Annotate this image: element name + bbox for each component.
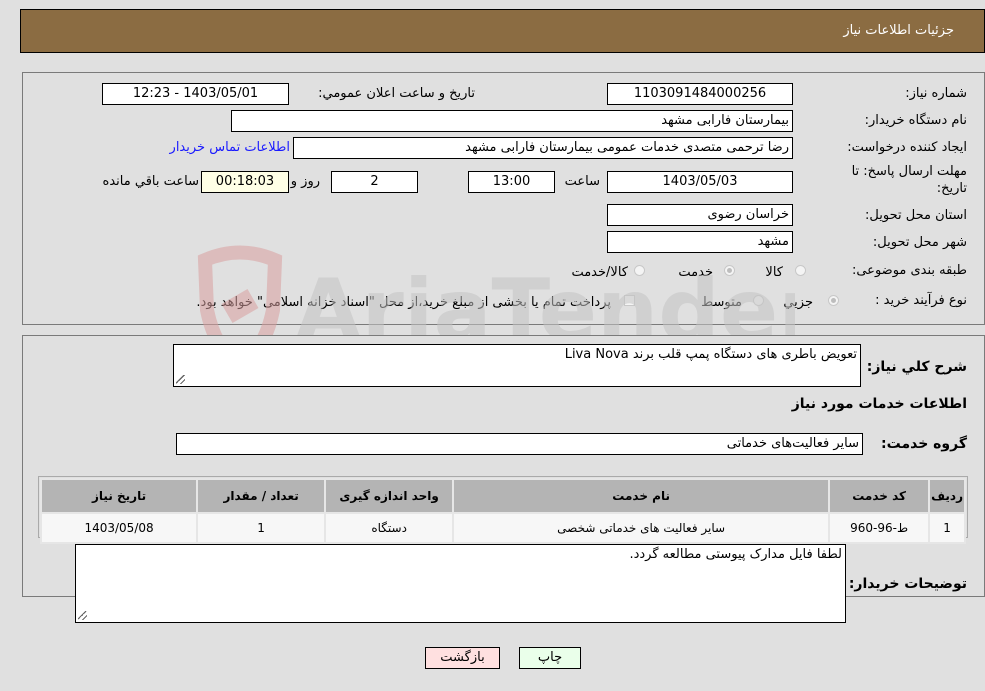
cell-need-date: 1403/05/08: [39, 512, 199, 544]
city-label: شهر محل تحویل:: [872, 235, 967, 250]
col-service-code: کد خدمت: [828, 478, 931, 514]
buyer-notes-label: توضیحات خریدار:: [848, 576, 967, 592]
service-group-field[interactable]: سایر فعالیت‌های خدماتی: [176, 433, 863, 455]
cell-service-code: ط-96-960: [828, 512, 931, 544]
services-table: ردیف کد خدمت نام خدمت واحد اندازه گیری ت…: [39, 478, 966, 544]
description-label: شرح كلي نياز:: [866, 359, 967, 375]
category-radio-goods-service[interactable]: [634, 265, 645, 276]
back-button[interactable]: بازگشت: [425, 647, 500, 669]
buyer-org-field[interactable]: بیمارستان فارابی مشهد: [231, 110, 793, 132]
resize-grip-icon[interactable]: [176, 375, 185, 384]
col-row-number: ردیف: [928, 478, 966, 514]
city-field[interactable]: مشهد: [607, 231, 793, 253]
process-label: نوع فرآیند خرید :: [875, 293, 967, 308]
need-number-label: شماره نیاز:: [905, 86, 967, 101]
process-option-medium: متوسط: [701, 295, 742, 310]
cell-row-number: 1: [928, 512, 966, 544]
requester-label: ایجاد کننده درخواست:: [847, 140, 967, 155]
description-text: تعویض باطری های دستگاه پمپ قلب برند Liva…: [564, 347, 857, 362]
service-group-label: گروه خدمت:: [881, 436, 967, 452]
deadline-date-field[interactable]: 1403/05/03: [607, 171, 793, 193]
services-section-title: اطلاعات خدمات مورد نیاز: [791, 396, 967, 412]
category-label: طبقه بندی موضوعی:: [851, 263, 967, 278]
description-textarea[interactable]: تعویض باطری های دستگاه پمپ قلب برند Liva…: [173, 344, 861, 387]
col-service-name: نام خدمت: [452, 478, 831, 514]
process-radio-medium[interactable]: [753, 295, 764, 306]
buyer-notes-text: لطفا فایل مدارک پیوستی مطالعه گردد.: [629, 547, 842, 562]
process-option-minor: جزيي: [783, 295, 813, 310]
treasury-note: پرداخت تمام یا بخشی از مبلغ خرید،از محل …: [196, 295, 611, 310]
page-header: جزئیات اطلاعات نیاز: [20, 9, 985, 53]
province-label: استان محل تحویل:: [865, 208, 967, 223]
days-label: روز و: [290, 174, 320, 189]
cell-quantity: 1: [196, 512, 327, 544]
province-field[interactable]: خراسان رضوی: [607, 204, 793, 226]
announce-date-field[interactable]: 1403/05/01 - 12:23: [102, 83, 289, 105]
process-radio-minor[interactable]: [828, 295, 839, 306]
page-title: جزئیات اطلاعات نیاز: [843, 23, 954, 38]
buyer-org-label: نام دستگاه خریدار:: [864, 113, 967, 128]
category-radio-goods[interactable]: [795, 265, 806, 276]
deadline-time-field[interactable]: 13:00: [468, 171, 555, 193]
col-unit: واحد اندازه گیری: [324, 478, 455, 514]
need-number-field[interactable]: 1103091484000256: [607, 83, 793, 105]
treasury-checkbox[interactable]: [624, 295, 635, 306]
cell-unit: دستگاه: [324, 512, 455, 544]
remaining-time-field[interactable]: 00:18:03: [201, 171, 289, 193]
resize-grip-icon[interactable]: [78, 611, 87, 620]
table-row[interactable]: 1 ط-96-960 سایر فعالیت های خدماتی شخصی د…: [39, 512, 966, 544]
cell-service-name: سایر فعالیت های خدماتی شخصی: [452, 512, 831, 544]
deadline-label-2: تاریخ:: [936, 181, 967, 196]
category-option-goods-service: کالا/خدمت: [571, 265, 628, 280]
category-option-goods: کالا: [765, 265, 783, 280]
category-radio-service[interactable]: [724, 265, 735, 276]
requester-field[interactable]: رضا ترحمی متصدی خدمات عمومی بیمارستان فا…: [293, 137, 793, 159]
table-header-row: ردیف کد خدمت نام خدمت واحد اندازه گیری ت…: [39, 478, 966, 514]
buyer-contact-link[interactable]: اطلاعات تماس خریدار: [170, 140, 290, 155]
category-option-service: خدمت: [678, 265, 713, 280]
deadline-label: مهلت ارسال پاسخ: تا: [851, 164, 967, 179]
remaining-label: ساعت باقي مانده: [102, 174, 199, 189]
deadline-time-label: ساعت: [564, 174, 600, 189]
col-quantity: تعداد / مقدار: [196, 478, 327, 514]
announce-date-label: تاریخ و ساعت اعلان عمومي:: [318, 86, 475, 101]
buyer-notes-textarea[interactable]: لطفا فایل مدارک پیوستی مطالعه گردد.: [75, 544, 846, 623]
col-need-date: تاریخ نیاز: [39, 478, 199, 514]
days-field[interactable]: 2: [331, 171, 418, 193]
print-button[interactable]: چاپ: [519, 647, 581, 669]
